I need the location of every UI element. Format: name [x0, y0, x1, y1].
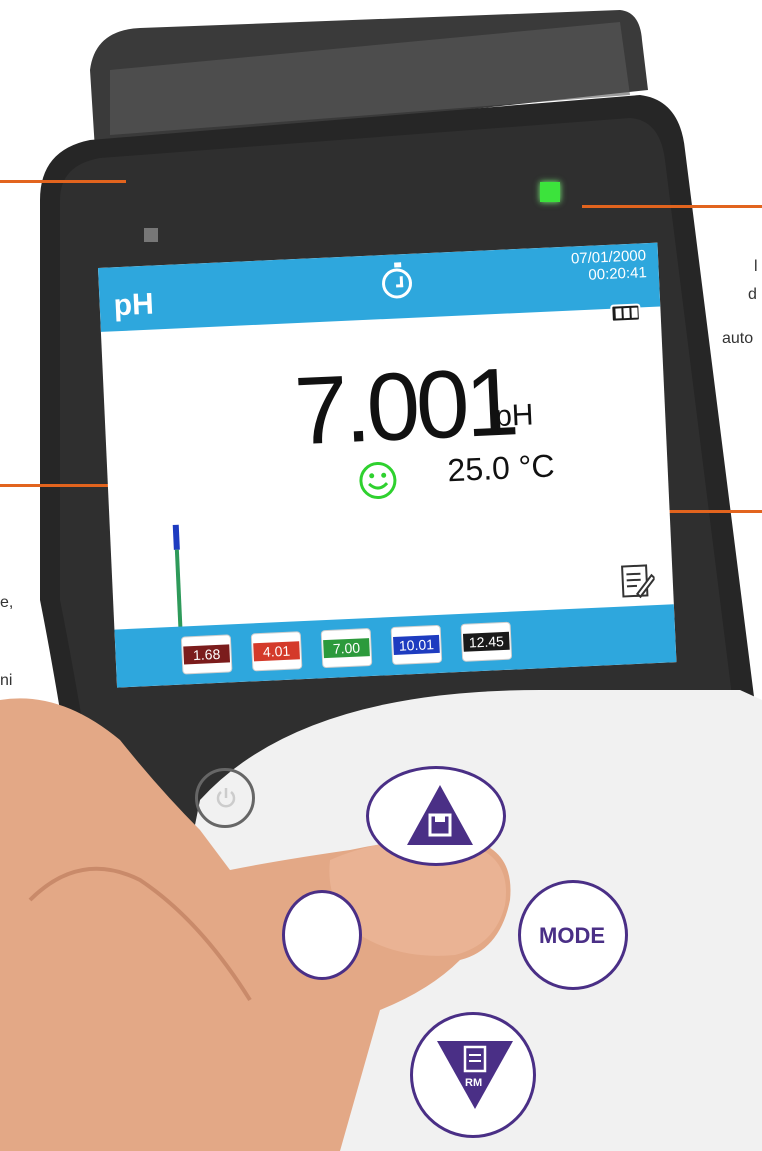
battery-icon: [610, 303, 641, 323]
time-text: 00:20:41: [588, 264, 648, 284]
status-led-off: [144, 228, 158, 242]
callout-text-left-1: e,: [0, 594, 14, 611]
mode-button-label: MODE: [539, 923, 605, 948]
buffer-1-68: 1.68: [180, 634, 233, 675]
lcd-screen: pH 07/01/2000 00:20:41 7.001 pH 25.0 °C …: [98, 242, 677, 688]
buffer-label: 12.45: [462, 631, 510, 652]
reading-unit: pH: [494, 398, 535, 434]
callout-text-left-2: ni: [0, 672, 13, 689]
save-icon: [407, 785, 473, 845]
power-icon: [216, 788, 236, 808]
callout-text-right-1: l: [754, 258, 758, 275]
buffer-label: 1.68: [183, 644, 231, 665]
mode-label: pH: [112, 287, 155, 323]
buffer-4-01: 4.01: [250, 631, 303, 672]
buffer-7-00: 7.00: [320, 628, 373, 669]
notepad-icon: [621, 564, 656, 599]
status-led-on: [540, 182, 560, 202]
callout-text-right-2: d: [748, 286, 757, 303]
buffer-10-01: 10.01: [390, 624, 443, 666]
temperature-reading: 25.0 °C: [446, 447, 556, 489]
recall-memory-down-button[interactable]: RM: [410, 1012, 536, 1138]
left-button[interactable]: [282, 890, 362, 980]
recall-memory-label: RM: [465, 1077, 483, 1089]
buffer-label: 4.01: [253, 641, 300, 662]
callout-text-right-3: auto: [722, 330, 754, 347]
callout-line-top-left: [0, 180, 126, 183]
memory-count: 250: [572, 575, 611, 602]
stopwatch-icon: [381, 267, 413, 300]
callout-line-top-right: [582, 205, 762, 208]
buffer-label: 7.00: [323, 638, 370, 659]
buffer-12-45: 12.45: [460, 621, 513, 662]
date-time: 07/01/2000 00:20:41: [571, 247, 648, 284]
mode-button[interactable]: MODE: [518, 880, 628, 990]
buffer-label: 10.01: [393, 634, 440, 655]
save-up-button[interactable]: [366, 766, 506, 866]
recall-memory-icon: [437, 1041, 513, 1109]
ph-reading: 7.001: [292, 348, 518, 466]
smiley-icon: [359, 462, 397, 500]
